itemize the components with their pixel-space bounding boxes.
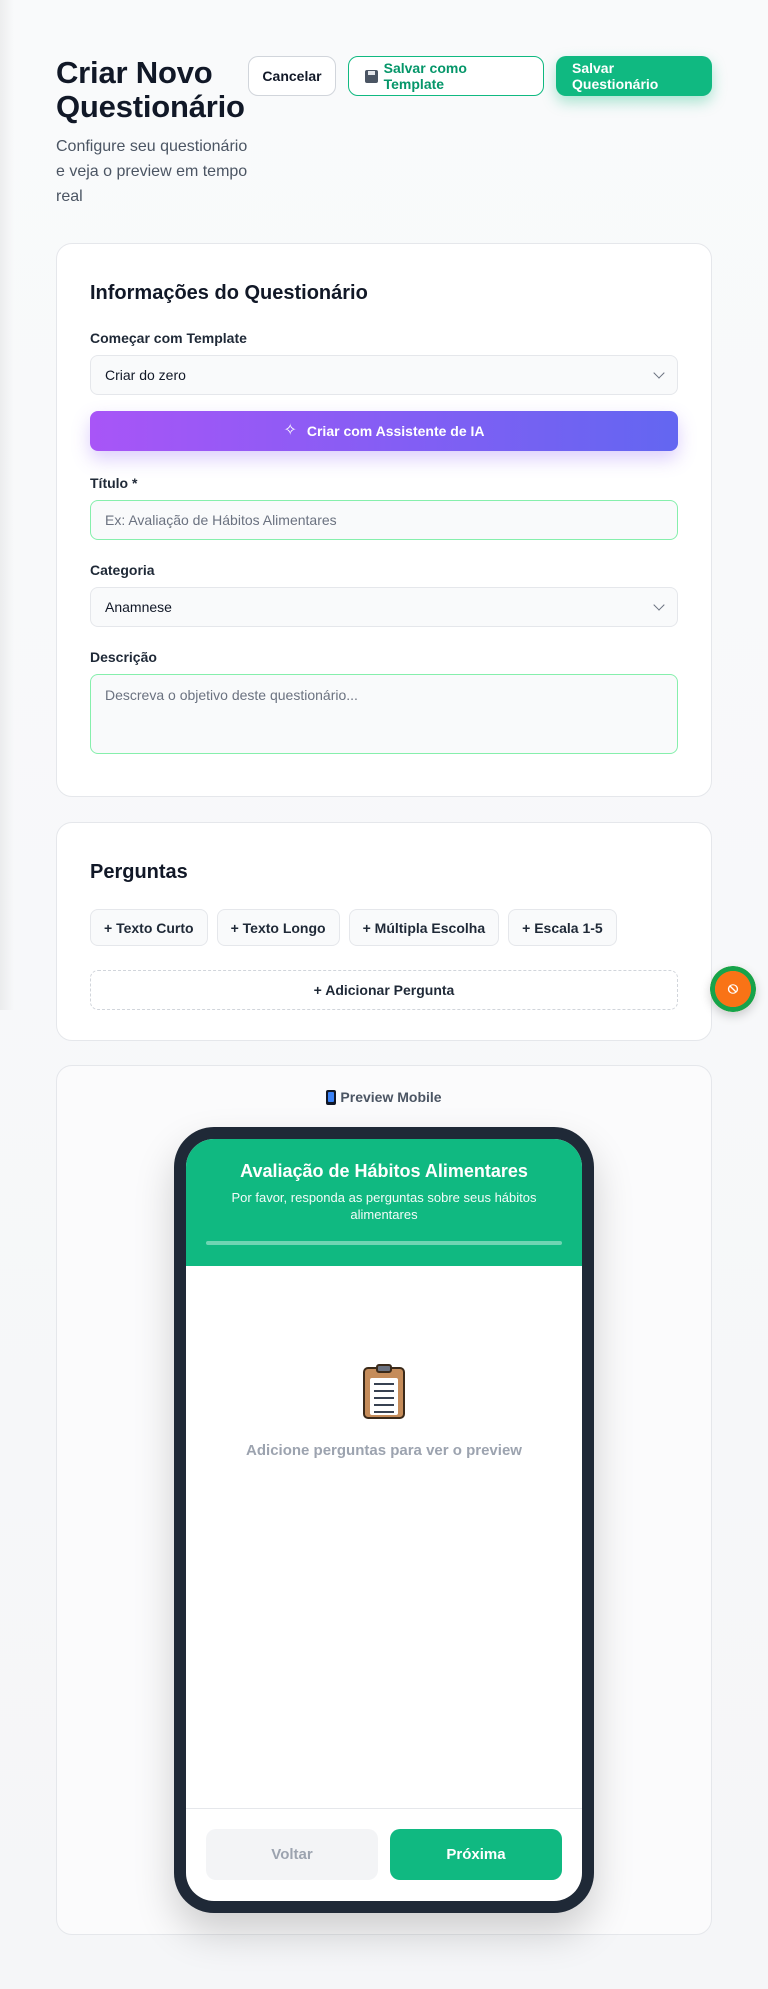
cancel-button[interactable]: Cancelar [248, 56, 336, 96]
floating-action-button[interactable]: ⦸ [710, 966, 756, 1012]
add-long-text-button[interactable]: + Texto Longo [216, 909, 340, 946]
page-header: Criar Novo Questionário Configure seu qu… [56, 56, 712, 216]
add-scale-button[interactable]: + Escala 1-5 [508, 909, 617, 946]
preview-progress-bar [206, 1241, 562, 1245]
save-template-button[interactable]: Salvar como Template [348, 56, 544, 96]
sparkles-icon: ✧ [283, 422, 297, 439]
questions-card-title: Perguntas [90, 861, 188, 883]
title-block: Criar Novo Questionário Configure seu qu… [56, 56, 256, 209]
preview-title: Avaliação de Hábitos Alimentares [240, 1161, 528, 1181]
clipboard-icon [363, 1364, 405, 1419]
mobile-phone-icon [326, 1089, 337, 1105]
description-label: Descrição [90, 649, 157, 665]
preview-next-button[interactable]: Próxima [390, 1829, 562, 1880]
phone-frame: Avaliação de Hábitos Alimentares Por fav… [174, 1127, 594, 1913]
preview-empty-text: Adicione perguntas para ver o preview [246, 1442, 522, 1459]
save-button[interactable]: Salvar Questionário [556, 56, 712, 96]
mobile-preview-card: Preview Mobile Avaliação de Hábitos Alim… [56, 1065, 712, 1935]
preview-subtitle: Por favor, responda as perguntas sobre s… [231, 1190, 537, 1222]
category-select[interactable]: Anamnese [90, 587, 678, 627]
title-input[interactable]: Ex: Avaliação de Hábitos Alimentares [90, 500, 678, 540]
info-card-title: Informações do Questionário [90, 282, 368, 304]
phone-screen: Avaliação de Hábitos Alimentares Por fav… [186, 1139, 582, 1901]
template-select-value: Criar do zero [105, 367, 186, 383]
add-multiple-choice-button[interactable]: + Múltipla Escolha [348, 909, 500, 946]
chevron-down-icon [653, 599, 665, 611]
ai-assistant-button[interactable]: ✧ Criar com Assistente de IA [90, 411, 678, 451]
add-question-button[interactable]: + Adicionar Pergunta [90, 970, 678, 1010]
preview-navigation: Voltar Próxima [186, 1808, 582, 1901]
add-short-text-button[interactable]: + Texto Curto [90, 909, 208, 946]
category-label: Categoria [90, 562, 155, 578]
save-template-label: Salvar como Template [383, 60, 467, 92]
questionnaire-info-card: Informações do Questionário Começar com … [56, 243, 712, 797]
wifi-off-icon: ⦸ [727, 980, 739, 997]
page-edge-shadow [0, 0, 14, 1010]
header-actions: Cancelar Salvar como Template Salvar Que… [248, 56, 712, 96]
preview-empty-state: Adicione perguntas para ver o preview [186, 1364, 582, 1459]
description-placeholder: Descreva o objetivo deste questionário..… [105, 687, 358, 703]
template-select[interactable]: Criar do zero [90, 355, 678, 395]
questions-card: Perguntas + Texto Curto + Texto Longo + … [56, 822, 712, 1041]
title-label: Título * [90, 475, 138, 491]
cancel-button-label: Cancelar [262, 68, 322, 84]
page-subtitle: Configure seu questionário e veja o prev… [56, 138, 248, 205]
add-question-label: + Adicionar Pergunta [313, 982, 455, 998]
chevron-down-icon [653, 367, 665, 379]
page: Criar Novo Questionário Configure seu qu… [56, 56, 712, 1935]
floppy-disk-icon [365, 69, 378, 83]
question-type-buttons: + Texto Curto + Texto Longo + Múltipla E… [90, 909, 678, 946]
preview-header: Avaliação de Hábitos Alimentares Por fav… [186, 1139, 582, 1266]
category-select-value: Anamnese [105, 599, 172, 615]
preview-label-text: Preview Mobile [340, 1089, 442, 1105]
preview-label: Preview Mobile [57, 1089, 711, 1105]
page-title: Criar Novo Questionário [56, 55, 245, 124]
preview-back-button[interactable]: Voltar [206, 1829, 378, 1880]
ai-assistant-label: Criar com Assistente de IA [306, 423, 485, 439]
template-label: Começar com Template [90, 330, 247, 346]
description-textarea[interactable]: Descreva o objetivo deste questionário..… [90, 674, 678, 754]
save-button-label: Salvar Questionário [572, 60, 659, 92]
title-input-placeholder: Ex: Avaliação de Hábitos Alimentares [105, 512, 337, 528]
